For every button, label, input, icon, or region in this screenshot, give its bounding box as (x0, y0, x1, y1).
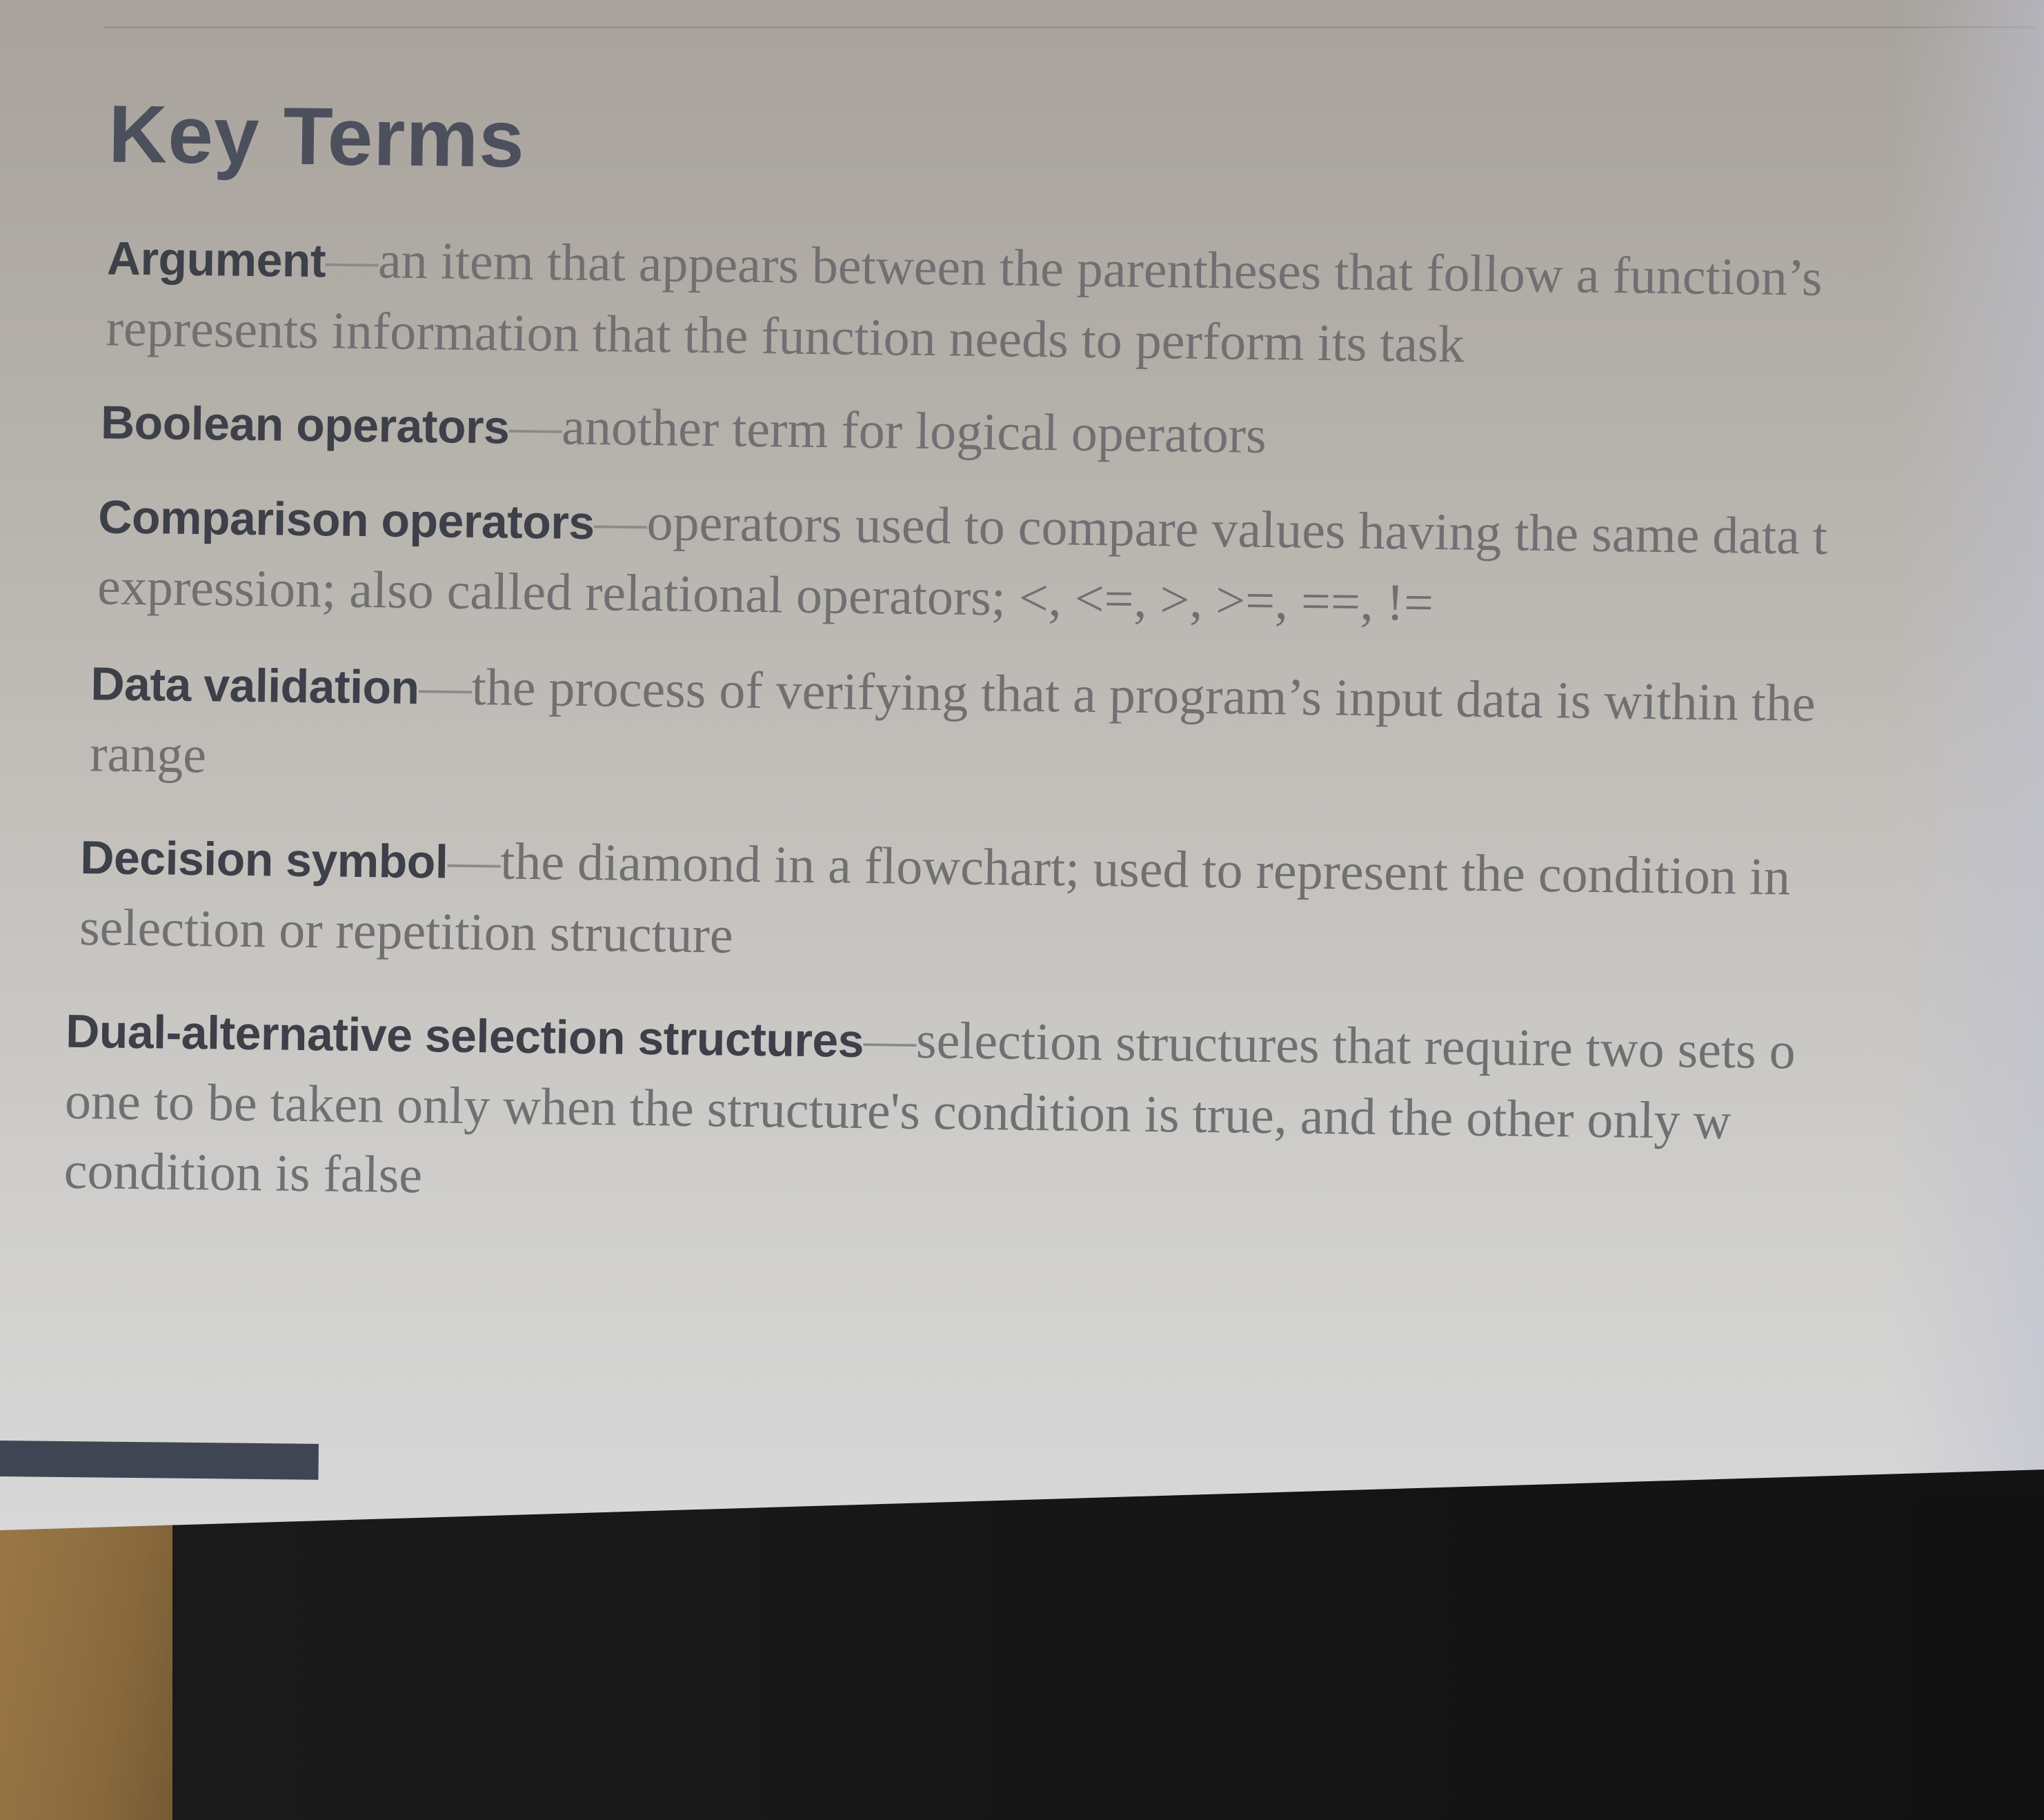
term-definition-continued: range (89, 724, 207, 784)
term-dash: — (447, 831, 501, 891)
term-definition: another term for logical operators (561, 397, 1267, 464)
term-name: Comparison operators (97, 491, 595, 549)
term-dash: — (863, 1010, 917, 1069)
page-footer-bar (0, 1441, 319, 1480)
term-definition: the process of verifying that a program’… (471, 657, 1816, 733)
book-page: Key Terms Argument—an item that appears … (0, 0, 2044, 1530)
term-definition: selection structures that require two se… (915, 1011, 1796, 1080)
term-entry-boolean-operators: Boolean operators—another term for logic… (100, 386, 2044, 482)
key-terms-section: Key Terms Argument—an item that appears … (63, 88, 2044, 1251)
term-definition: operators used to compare values having … (646, 493, 1828, 566)
page-title: Key Terms (108, 88, 526, 185)
term-name: Argument (106, 232, 326, 288)
term-name: Data validation (90, 657, 420, 714)
term-definition-continued: expression; also called relational opera… (97, 557, 1434, 632)
term-definition: an item that appears between the parenth… (377, 231, 1823, 307)
background-shadow (172, 1497, 2044, 1820)
term-definition-continued: selection or repetition structure (79, 898, 734, 965)
term-definition-continued: represents information that the function… (106, 299, 1465, 374)
term-entry-argument: Argument—an item that appears between th… (106, 222, 2044, 386)
term-entry-dual-alternative: Dual-alternative selection structures—se… (63, 996, 2044, 1230)
term-definition: the diamond in a flowchart; used to repr… (499, 832, 1791, 907)
term-entry-comparison-operators: Comparison operators—operators used to c… (97, 481, 2044, 646)
term-dash: — (325, 230, 379, 290)
term-entry-decision-symbol: Decision symbol—the diamond in a flowcha… (79, 822, 2044, 987)
term-name: Dual-alternative selection structures (65, 1005, 864, 1067)
term-dash: — (594, 492, 648, 551)
term-name: Boolean operators (100, 396, 510, 454)
term-dash: — (508, 397, 562, 456)
term-name: Decision symbol (79, 831, 448, 889)
term-entry-data-validation: Data validation—the process of verifying… (90, 648, 2044, 813)
page-top-rule (103, 26, 2035, 28)
term-dash: — (419, 657, 473, 716)
